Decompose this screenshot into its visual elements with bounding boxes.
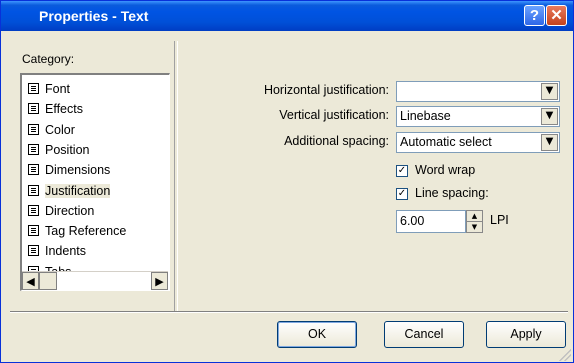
property-page-icon xyxy=(28,204,39,216)
line-spacing-unit: LPI xyxy=(490,213,509,227)
category-label: Category: xyxy=(22,52,75,66)
additional-spacing-value: Automatic select xyxy=(400,135,492,149)
help-button[interactable]: ? xyxy=(524,5,545,26)
cancel-button[interactable]: Cancel xyxy=(384,321,464,348)
scroll-right-button[interactable]: ▶ xyxy=(151,272,168,290)
property-page-icon xyxy=(28,164,39,176)
category-item-tag-reference[interactable]: Tag Reference xyxy=(28,221,126,241)
chevron-down-icon[interactable]: ▼ xyxy=(541,134,558,151)
properties-dialog: Properties - Text ? ✕ Category: Font Effe… xyxy=(0,0,574,363)
category-item-justification[interactable]: Justification xyxy=(28,181,111,201)
horizontal-scrollbar[interactable]: ◀ ▶ xyxy=(22,271,168,291)
category-item-effects[interactable]: Effects xyxy=(28,99,83,119)
ok-button[interactable]: OK xyxy=(277,321,357,348)
line-spacing-label[interactable]: Line spacing: xyxy=(415,186,489,200)
word-wrap-label[interactable]: Word wrap xyxy=(415,163,475,177)
property-page-icon xyxy=(28,83,39,94)
spin-up-icon[interactable]: ▲ xyxy=(467,211,482,222)
category-item-label: Color xyxy=(45,122,75,137)
property-page-icon xyxy=(28,184,39,196)
category-item-label: Tag Reference xyxy=(45,224,127,239)
vertical-justification-label: Vertical justification: xyxy=(279,108,389,122)
category-item-direction[interactable]: Direction xyxy=(28,201,94,221)
horizontal-justification-dropdown[interactable]: ▼ xyxy=(396,81,560,102)
line-spacing-input[interactable]: 6.00 xyxy=(396,210,466,233)
button-separator xyxy=(10,311,568,313)
category-item-font[interactable]: Font xyxy=(28,79,70,99)
category-item-label: Font xyxy=(45,82,71,96)
category-item-label: Direction xyxy=(45,203,95,218)
category-item-color[interactable]: Color xyxy=(28,120,75,140)
chevron-down-icon[interactable]: ▼ xyxy=(541,108,558,125)
category-item-label: Effects xyxy=(45,102,83,117)
line-spacing-checkbox[interactable]: ✓ xyxy=(396,188,408,200)
title-bar[interactable]: Properties - Text ? ✕ xyxy=(1,1,573,31)
property-page-icon xyxy=(28,103,39,115)
scroll-thumb[interactable] xyxy=(39,272,57,290)
horizontal-justification-label: Horizontal justification: xyxy=(263,83,389,97)
category-item-dimensions[interactable]: Dimensions xyxy=(28,160,110,180)
category-item-label: Indents xyxy=(45,244,87,259)
word-wrap-checkbox[interactable]: ✓ xyxy=(396,165,408,177)
property-page-icon xyxy=(28,123,39,135)
additional-spacing-label: Additional spacing: xyxy=(284,134,389,148)
property-page-icon xyxy=(28,245,39,257)
category-list[interactable]: Font Effects Color Position Dimensions Justif… xyxy=(20,73,170,291)
category-item-indents[interactable]: Indents xyxy=(28,241,86,261)
category-item-label: Dimensions xyxy=(45,163,111,178)
vertical-justification-value: Linebase xyxy=(400,109,451,123)
vertical-justification-dropdown[interactable]: Linebase ▼ xyxy=(396,106,560,127)
apply-button[interactable]: Apply xyxy=(486,321,566,348)
category-item-position[interactable]: Position xyxy=(28,140,89,160)
additional-spacing-dropdown[interactable]: Automatic select ▼ xyxy=(396,132,560,153)
category-item-label: Position xyxy=(45,142,90,157)
property-page-icon xyxy=(28,143,39,155)
resize-grip-icon[interactable] xyxy=(559,349,571,361)
scroll-left-button[interactable]: ◀ xyxy=(22,272,39,290)
spin-down-icon[interactable]: ▼ xyxy=(467,222,482,232)
panel-divider xyxy=(174,41,178,311)
property-page-icon xyxy=(28,225,39,237)
category-item-label: Justification xyxy=(45,183,111,198)
dialog-title: Properties - Text xyxy=(39,8,149,24)
close-button[interactable]: ✕ xyxy=(546,5,567,26)
line-spacing-spinner[interactable]: ▲ ▼ xyxy=(466,210,483,233)
chevron-down-icon[interactable]: ▼ xyxy=(541,83,558,100)
